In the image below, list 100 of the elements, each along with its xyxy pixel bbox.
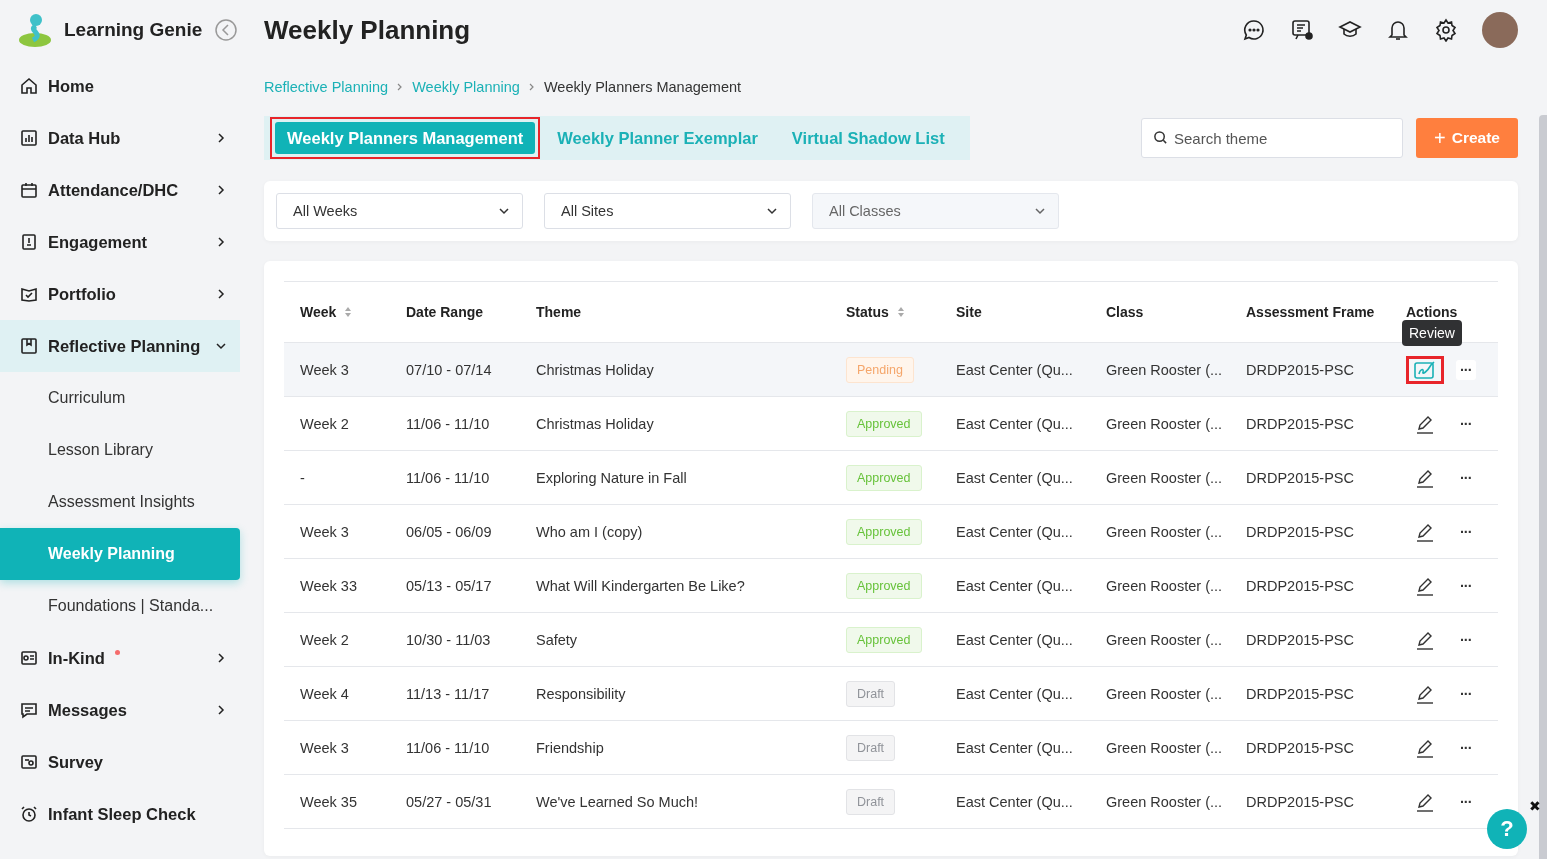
status-tag: Approved [846, 464, 922, 491]
more-button[interactable]: ··· [1456, 683, 1476, 704]
more-button[interactable]: ··· [1456, 575, 1476, 596]
chevron-right-icon [216, 705, 226, 715]
presentation-icon[interactable] [1290, 18, 1314, 42]
more-button[interactable]: ··· [1456, 791, 1476, 812]
table-cell: 11/06 - 11/10 [390, 450, 520, 505]
sidebar-label: Attendance/DHC [48, 180, 179, 200]
scrollbar[interactable] [1539, 115, 1547, 859]
chevron-right-icon [216, 289, 226, 299]
settings-icon[interactable] [1434, 18, 1458, 42]
sidebar-item[interactable]: Survey [0, 736, 240, 788]
table-cell: What Will Kindergarten Be Like? [520, 558, 830, 613]
table-cell: Green Rooster (... [1090, 342, 1230, 397]
collapse-icon[interactable] [215, 19, 238, 41]
chevron-right-icon [527, 83, 536, 91]
table-cell: Christmas Holiday [520, 396, 830, 451]
table-cell: East Center (Qu... [940, 450, 1090, 505]
chevron-down-icon [216, 341, 226, 351]
column-header[interactable]: Week [300, 304, 337, 320]
table-cell: 11/06 - 11/10 [390, 396, 520, 451]
table-cell: Friendship [520, 720, 830, 775]
table-cell: Safety [520, 612, 830, 667]
home-icon [20, 77, 38, 95]
table-cell: We've Learned So Much! [520, 774, 830, 829]
table-cell: Week 3 [284, 504, 390, 559]
table-cell: 10/30 - 11/03 [390, 612, 520, 667]
chat-bubble-icon[interactable] [1242, 18, 1266, 42]
sidebar-item[interactable]: Engagement [0, 216, 240, 268]
table-cell: 06/05 - 06/09 [390, 504, 520, 559]
table-cell: 11/06 - 11/10 [390, 720, 520, 775]
notification-dot [114, 650, 120, 655]
dropdown: All Classes [812, 193, 1059, 229]
sidebar-item[interactable]: Data Hub [0, 112, 240, 164]
avatar[interactable] [1482, 12, 1518, 48]
table-cell: 05/13 - 05/17 [390, 558, 520, 613]
column-header: Date Range [406, 304, 484, 320]
sidebar-item[interactable]: In-Kind [0, 632, 240, 684]
table-cell: Green Rooster (... [1090, 396, 1230, 451]
status-tag: Pending [846, 356, 914, 383]
more-button[interactable]: ··· [1456, 467, 1476, 488]
sidebar-item[interactable]: Home [0, 60, 240, 112]
search-field[interactable]: Search theme [1141, 118, 1403, 158]
page-title: Weekly Planning [264, 14, 471, 46]
more-button[interactable]: ··· [1456, 629, 1476, 650]
sidebar-subitem[interactable]: Curriculum [0, 372, 240, 424]
sidebar-item[interactable]: Infant Sleep Check [0, 788, 240, 840]
sidebar-item[interactable]: Portfolio [0, 268, 240, 320]
more-button[interactable]: ··· [1456, 359, 1476, 380]
sidebar-label: Infant Sleep Check [48, 804, 196, 824]
bell-icon[interactable] [1386, 18, 1410, 42]
more-button[interactable]: ··· [1456, 737, 1476, 758]
table-cell: Green Rooster (... [1090, 774, 1230, 829]
status-tag: Approved [846, 518, 922, 545]
column-header[interactable]: Status [846, 304, 889, 320]
table-cell: Week 2 [284, 396, 390, 451]
table-cell: Green Rooster (... [1090, 450, 1230, 505]
sidebar-label: Messages [48, 700, 127, 720]
table-cell: Week 33 [284, 558, 390, 613]
table-cell: Green Rooster (... [1090, 612, 1230, 667]
status-tag: Draft [846, 734, 896, 761]
chevron-right-icon [216, 185, 226, 195]
table-cell: - [284, 450, 390, 505]
tooltip: Review [1402, 319, 1462, 346]
bookmark-icon [20, 337, 38, 355]
table-cell: East Center (Qu... [940, 774, 1090, 829]
table-cell: East Center (Qu... [940, 396, 1090, 451]
table-cell: East Center (Qu... [940, 504, 1090, 559]
table-cell: Green Rooster (... [1090, 720, 1230, 775]
table-cell: East Center (Qu... [940, 720, 1090, 775]
chevron-down-icon [766, 205, 778, 217]
dropdown[interactable]: All Sites [544, 193, 791, 229]
sidebar-subitem[interactable]: Foundations | Standa... [0, 580, 240, 632]
table-cell: Week 3 [284, 342, 390, 397]
sidebar-subitem[interactable]: Assessment Insights [0, 476, 240, 528]
table-cell: East Center (Qu... [940, 558, 1090, 613]
more-button[interactable]: ··· [1456, 413, 1476, 434]
calendar-icon [20, 181, 38, 199]
sidebar-item[interactable]: Attendance/DHC [0, 164, 240, 216]
table-cell: East Center (Qu... [940, 666, 1090, 721]
more-button[interactable]: ··· [1456, 521, 1476, 542]
message-icon [20, 701, 38, 719]
table-cell: 05/27 - 05/31 [390, 774, 520, 829]
table-cell: Week 4 [284, 666, 390, 721]
sidebar-item[interactable]: Messages [0, 684, 240, 736]
table-cell: Responsibility [520, 666, 830, 721]
chevron-down-icon [1034, 205, 1046, 217]
chevron-right-icon [216, 133, 226, 143]
close-button[interactable]: ✖ [1529, 798, 1541, 814]
genie-logo-icon [17, 12, 53, 48]
table-cell: 11/13 - 11/17 [390, 666, 520, 721]
sidebar-subitem[interactable]: Lesson Library [0, 424, 240, 476]
sidebar-label: In-Kind [48, 648, 105, 668]
chevron-right-icon [216, 237, 226, 247]
status-tag: Draft [846, 788, 896, 815]
table-cell: 07/10 - 07/14 [390, 342, 520, 397]
table-cell: East Center (Qu... [940, 342, 1090, 397]
sidebar-item[interactable]: Reflective Planning [0, 320, 240, 372]
chevron-down-icon [498, 205, 510, 217]
dropdown[interactable]: All Weeks [276, 193, 523, 229]
